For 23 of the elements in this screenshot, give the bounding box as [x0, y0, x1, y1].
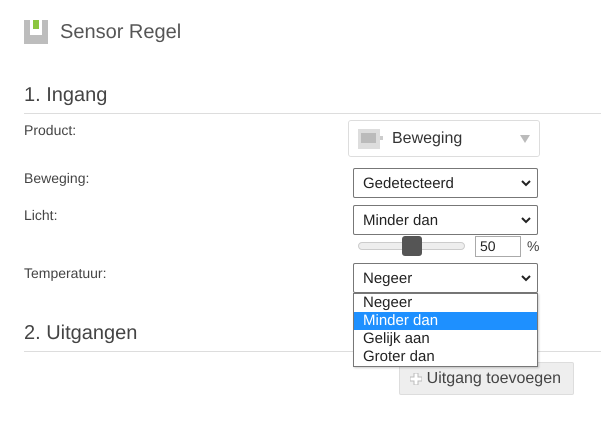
chevron-down-icon [521, 216, 531, 224]
chevron-down-icon [521, 180, 531, 186]
section-heading: 2. Uitgangen [24, 321, 138, 345]
caret-down-icon [520, 134, 530, 142]
sensor-device-icon [358, 128, 384, 150]
unit-label: % [527, 238, 540, 254]
field-label: Licht: [24, 206, 58, 225]
field-label: Product: [24, 121, 78, 140]
dropdown-select[interactable]: Gedetecteerd [353, 168, 538, 198]
page-title: Sensor Regel [60, 20, 182, 44]
dropdown-option[interactable]: Gelijk aan [354, 330, 537, 348]
plus-icon [410, 372, 422, 384]
field-label: Beweging: [24, 169, 90, 188]
app-logo-icon [24, 20, 48, 44]
dropdown-option[interactable]: Negeer [354, 294, 537, 312]
chevron-down-icon [521, 274, 531, 282]
field-label: Temperatuur: [24, 264, 108, 283]
section-heading: 1. Ingang [24, 83, 108, 107]
slider-thumb[interactable] [402, 236, 422, 256]
dropdown-select[interactable]: Minder dan [353, 205, 538, 235]
dropdown-select[interactable]: Negeer [353, 263, 538, 293]
number-field[interactable]: 50 [475, 236, 521, 256]
product-picker[interactable]: Beweging [348, 120, 540, 157]
